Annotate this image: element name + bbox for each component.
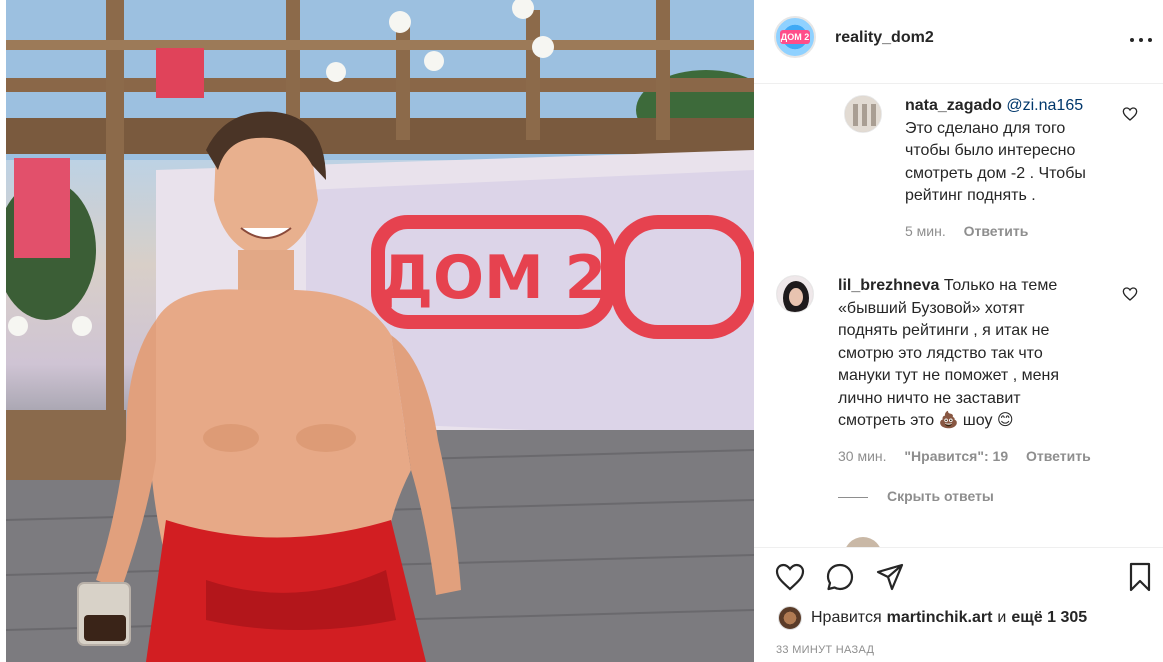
comment-time[interactable]: 5 мин. [905, 223, 946, 239]
hide-replies-line [838, 497, 868, 498]
comment-line: Это сделано для того [905, 119, 1066, 137]
comment-like-heart-icon[interactable] [1122, 286, 1138, 302]
comment-line: поднять рейтинги , я итак не [838, 322, 1050, 339]
reply-button[interactable]: Ответить [964, 223, 1029, 239]
post-side-panel: ДОМ 2 reality_dom2 nata_zagado @zi.na165… [754, 0, 1163, 662]
post-photo-illustration: ДОМ 2 [6, 0, 754, 662]
comment-likes[interactable]: "Нравится": 19 [904, 448, 1008, 464]
likes-count[interactable]: ещё 1 305 [1011, 609, 1087, 627]
comment-avatar[interactable] [844, 95, 882, 133]
comment-line: чтобы было интересно [905, 142, 1076, 159]
comment-line: смотреть дом -2 . Чтобы [905, 164, 1086, 182]
author-avatar[interactable]: ДОМ 2 [774, 16, 816, 58]
comment-avatar[interactable] [776, 275, 814, 313]
bookmark-icon[interactable] [1124, 561, 1156, 593]
comment-like-heart-icon[interactable] [1122, 106, 1138, 122]
comment-time[interactable]: 30 мин. [838, 448, 887, 464]
comment-item: nata_zagado @zi.na165 Это сделано для то… [754, 85, 1163, 245]
comment-meta: 5 мин. Ответить [905, 223, 1042, 239]
more-horizontal-icon[interactable] [1130, 30, 1154, 50]
comment-username[interactable]: nata_zagado [905, 97, 1002, 114]
comment-body: nata_zagado @zi.na165 Это сделано для то… [905, 95, 1115, 208]
comment-item: lil_brezhneva Только на теме «бывший Буз… [754, 265, 1163, 475]
comment-line: «бывший Бузовой» хотят [838, 299, 1025, 317]
comment-avatar-image [777, 276, 813, 312]
likes-prefix: Нравится [811, 609, 882, 626]
author-username[interactable]: reality_dom2 [835, 29, 934, 47]
comment-line: рейтинг поднять . [905, 187, 1036, 204]
share-icon[interactable] [874, 561, 906, 593]
reply-button[interactable]: Ответить [1026, 448, 1091, 464]
comment-mention[interactable]: @zi.na165 [1006, 97, 1083, 114]
photo-sign-text: ДОМ 2 [380, 243, 607, 313]
author-avatar-logo: ДОМ 2 [780, 30, 810, 44]
comment-line: смотреть это 💩 шоу 😊 [838, 412, 1014, 429]
comment-meta: 30 мин. "Нравится": 19 Ответить [838, 448, 1105, 464]
comment-line: мануки тут не поможет , меня [838, 367, 1059, 384]
next-comment-avatar [844, 537, 882, 547]
likes-conjunction: и [997, 609, 1007, 626]
post-photo: ДОМ 2 [6, 0, 754, 662]
comment-line: Только на теме [943, 277, 1058, 294]
comment-icon[interactable] [824, 561, 856, 593]
comments-list: nata_zagado @zi.na165 Это сделано для то… [754, 85, 1163, 547]
heart-icon[interactable] [774, 561, 806, 593]
likes-summary: Нравится martinchik.art и ещё 1 305 [778, 606, 1092, 630]
liker-avatar[interactable] [778, 606, 802, 630]
actions-divider [754, 547, 1163, 548]
post-timestamp[interactable]: 33 МИНУТ НАЗАД [776, 644, 874, 656]
comment-line: смотрю это лядство так что [838, 344, 1043, 362]
liker-username[interactable]: martinchik.art [887, 609, 993, 627]
hide-replies-button[interactable]: Скрыть ответы [887, 488, 994, 504]
comment-avatar-image [845, 96, 881, 132]
comment-line: лично ничто не заставит [838, 389, 1021, 407]
comment-username[interactable]: lil_brezhneva [838, 277, 939, 294]
post-header: ДОМ 2 reality_dom2 [754, 0, 1163, 84]
comment-body: lil_brezhneva Только на теме «бывший Буз… [838, 275, 1118, 433]
